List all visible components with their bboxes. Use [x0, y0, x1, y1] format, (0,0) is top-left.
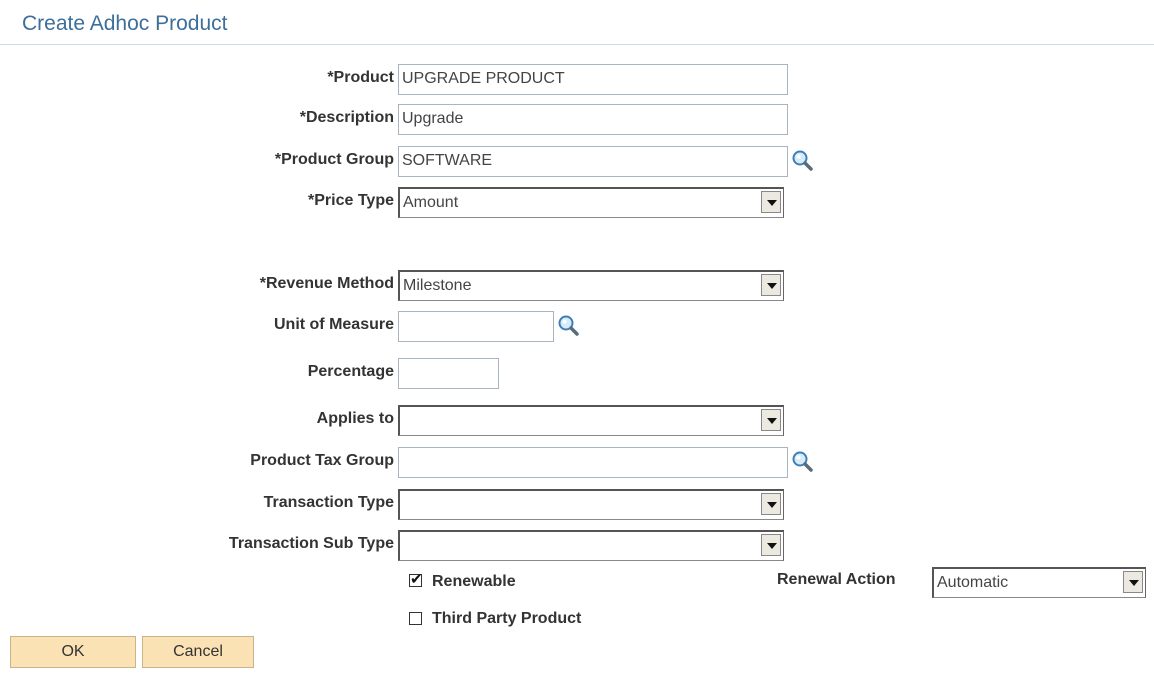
- price-type-label: *Price Type: [308, 192, 394, 209]
- dropdown-arrow-icon[interactable]: [761, 191, 781, 213]
- applies-to-label: Applies to: [316, 410, 394, 427]
- unit-of-measure-label: Unit of Measure: [273, 316, 394, 333]
- page-title: Create Adhoc Product: [22, 12, 228, 35]
- transaction-type-select[interactable]: [398, 489, 784, 520]
- product-label: *Product: [327, 69, 394, 86]
- transaction-sub-type-select[interactable]: [398, 530, 784, 561]
- cancel-button[interactable]: Cancel: [142, 636, 254, 668]
- unit-of-measure-lookup-icon[interactable]: [556, 313, 582, 339]
- renewal-action-label: Renewal Action: [777, 571, 896, 588]
- product-tax-group-label: Product Tax Group: [250, 452, 394, 469]
- dropdown-arrow-icon[interactable]: [761, 493, 781, 515]
- revenue-method-value: Milestone: [403, 277, 472, 294]
- revenue-method-label: *Revenue Method: [259, 275, 394, 292]
- product-tax-group-lookup-icon[interactable]: [790, 449, 816, 475]
- description-input[interactable]: Upgrade: [398, 104, 788, 135]
- product-tax-group-input[interactable]: [398, 447, 788, 478]
- product-input[interactable]: UPGRADE PRODUCT: [398, 64, 788, 95]
- dropdown-arrow-icon[interactable]: [761, 534, 781, 556]
- page-header: Create Adhoc Product: [0, 0, 1154, 45]
- revenue-method-select[interactable]: Milestone: [398, 270, 784, 301]
- unit-of-measure-input[interactable]: [398, 311, 554, 342]
- transaction-sub-type-label: Transaction Sub Type: [228, 535, 394, 552]
- price-type-select[interactable]: Amount: [398, 187, 784, 218]
- product-group-lookup-icon[interactable]: [790, 148, 816, 174]
- price-type-value: Amount: [403, 194, 459, 211]
- renewable-label: Renewable: [432, 573, 516, 590]
- ok-button[interactable]: OK: [10, 636, 136, 668]
- renewal-action-value: Automatic: [937, 574, 1009, 591]
- checkmark-icon: ✔: [410, 571, 423, 588]
- product-group-label: *Product Group: [274, 151, 394, 168]
- product-group-input[interactable]: SOFTWARE: [398, 146, 788, 177]
- percentage-input[interactable]: [398, 358, 499, 389]
- third-party-product-checkbox[interactable]: [409, 612, 422, 625]
- percentage-label: Percentage: [307, 363, 394, 380]
- dropdown-arrow-icon[interactable]: [1123, 571, 1143, 593]
- transaction-type-label: Transaction Type: [263, 494, 394, 511]
- dropdown-arrow-icon[interactable]: [761, 274, 781, 296]
- description-label: *Description: [299, 109, 394, 126]
- renewable-checkbox[interactable]: ✔: [409, 571, 423, 588]
- renewal-action-select[interactable]: Automatic: [932, 567, 1146, 598]
- third-party-product-label: Third Party Product: [432, 610, 582, 627]
- dropdown-arrow-icon[interactable]: [761, 409, 781, 431]
- applies-to-select[interactable]: [398, 405, 784, 436]
